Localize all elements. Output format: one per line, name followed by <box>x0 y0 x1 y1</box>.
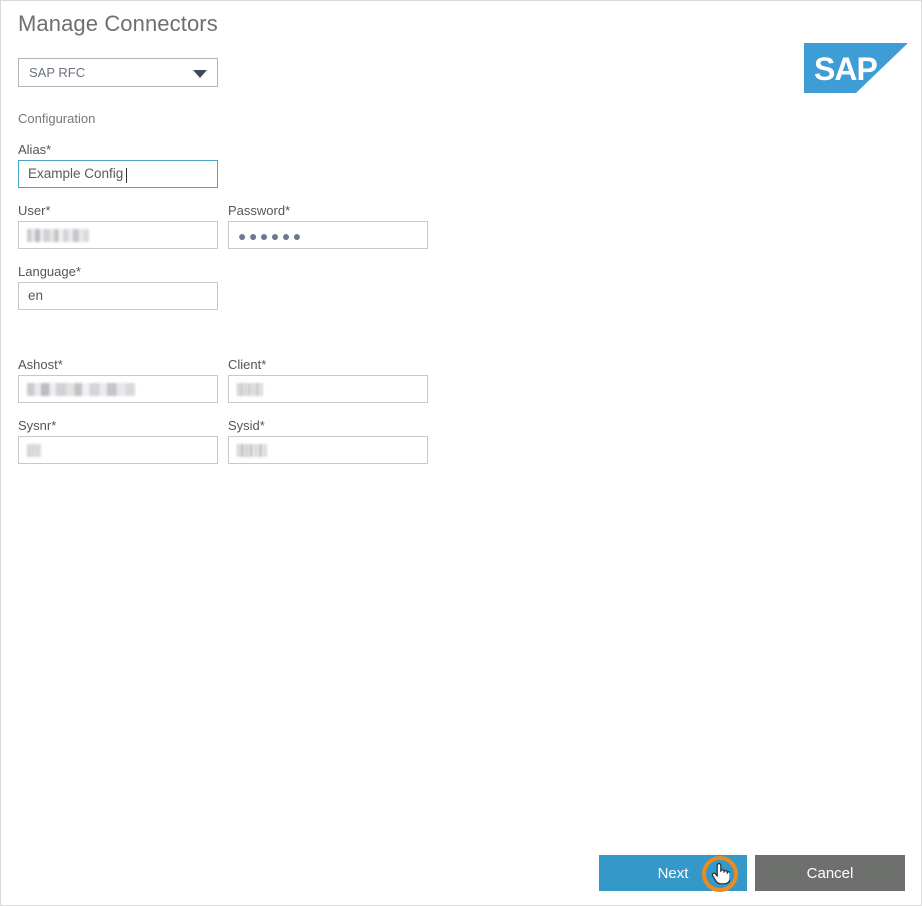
client-input[interactable] <box>228 375 428 403</box>
sysnr-field-label: Sysnr* <box>18 418 56 433</box>
chevron-down-icon <box>193 70 207 78</box>
sysid-field-label: Sysid* <box>228 418 265 433</box>
connector-type-selected-value: SAP RFC <box>29 65 85 80</box>
next-button[interactable]: Next <box>599 855 747 891</box>
sysnr-input[interactable] <box>18 436 218 464</box>
sap-logo: SAP ® <box>804 43 908 93</box>
redacted-value <box>27 229 89 242</box>
ashost-field-label: Ashost* <box>18 357 63 372</box>
connector-type-dropdown[interactable]: SAP RFC <box>18 58 218 87</box>
password-input[interactable]: ●●●●●● <box>228 221 428 249</box>
alias-field-label: Alias* <box>18 142 51 157</box>
language-field-label: Language* <box>18 264 81 279</box>
ashost-input[interactable] <box>18 375 218 403</box>
svg-text:SAP: SAP <box>814 51 877 87</box>
cancel-button[interactable]: Cancel <box>755 855 905 891</box>
alias-input-value: Example Config <box>28 166 123 181</box>
sysid-input[interactable] <box>228 436 428 464</box>
redacted-value <box>27 383 135 396</box>
alias-input[interactable]: Example Config <box>18 160 218 188</box>
client-field-label: Client* <box>228 357 266 372</box>
password-field-label: Password* <box>228 203 290 218</box>
language-input-value: en <box>28 288 43 303</box>
text-caret <box>126 168 127 183</box>
redacted-value <box>27 444 41 457</box>
configuration-section-label: Configuration <box>18 111 95 126</box>
svg-text:®: ® <box>872 79 878 88</box>
manage-connectors-dialog: Manage Connectors SAP ® SAP RFC Configur… <box>0 0 922 906</box>
redacted-value <box>237 383 263 396</box>
redacted-value <box>237 444 267 457</box>
user-field-label: User* <box>18 203 51 218</box>
page-title: Manage Connectors <box>18 11 218 37</box>
language-input[interactable]: en <box>18 282 218 310</box>
password-input-value: ●●●●●● <box>238 227 304 245</box>
user-input[interactable] <box>18 221 218 249</box>
